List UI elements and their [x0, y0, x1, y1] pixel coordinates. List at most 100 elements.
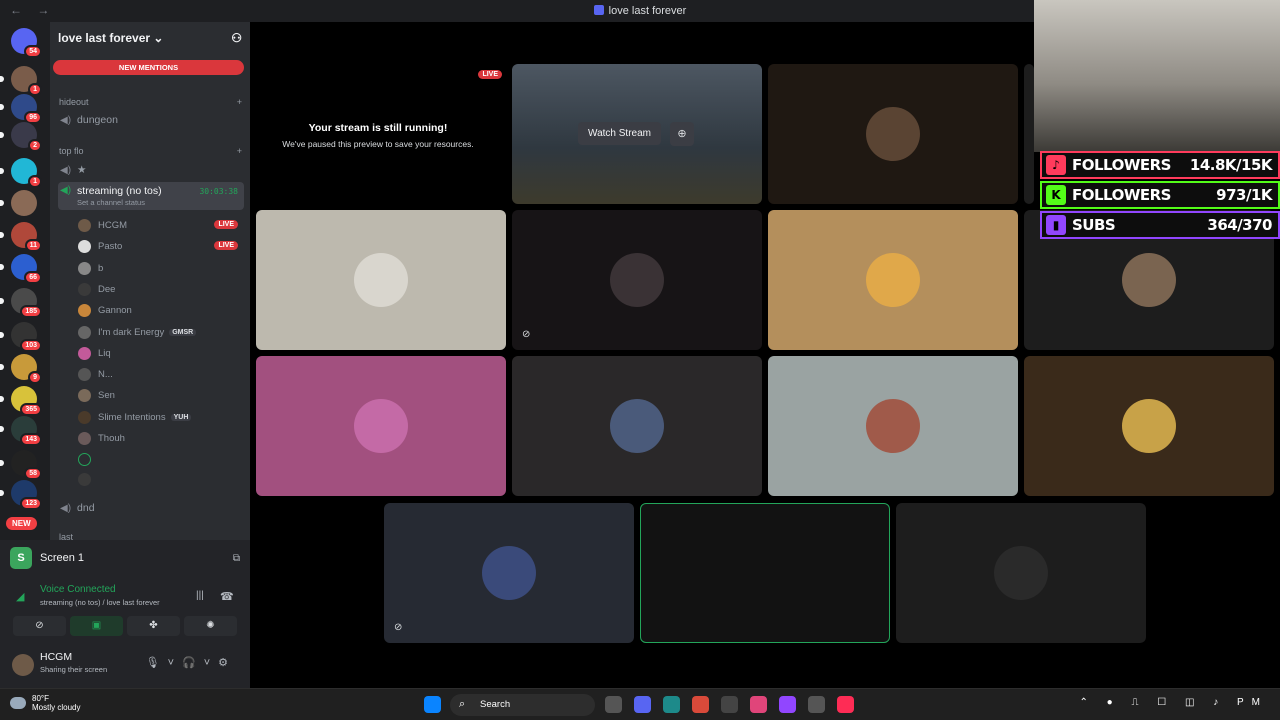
goal-value: 364/370 [1207, 216, 1272, 234]
server-icon[interactable]: 143 [0, 416, 42, 446]
voice-member[interactable]: HCGM LIVE [78, 216, 244, 235]
voice-member[interactable]: Liq [78, 344, 244, 363]
participant-tile[interactable] [768, 64, 1018, 204]
server-icon[interactable]: 185 [0, 288, 42, 318]
tiktok-icon: ♪ [1046, 155, 1066, 175]
speaking-participant-tile[interactable] [640, 503, 890, 643]
participant-tile[interactable] [256, 356, 506, 496]
voice-member[interactable]: b [78, 259, 244, 278]
chrome-icon[interactable] [692, 696, 709, 713]
category-last[interactable]: last [59, 532, 242, 540]
participant-tile[interactable] [768, 210, 1018, 350]
add-channel-icon[interactable]: + [237, 97, 242, 107]
goal-label: SUBS [1072, 216, 1116, 234]
server-icon[interactable]: 11 [0, 222, 42, 252]
participant-tile[interactable]: ⊘ [512, 210, 762, 350]
voice-member[interactable]: Thouh [78, 429, 244, 448]
weather-widget[interactable]: 80°F Mostly cloudy [10, 694, 80, 712]
mic-headset-settings-icons[interactable]: 🎙˅🎧˅⚙ [146, 656, 236, 669]
screen-share-button[interactable]: ▣ [70, 616, 123, 636]
server-header[interactable]: love last forever ⌄ ⚇ [50, 22, 250, 54]
server-icon[interactable]: 1 [0, 66, 42, 96]
server-icon[interactable]: 58 [0, 450, 42, 480]
mention-badge: 123 [20, 497, 42, 510]
member-name: b [98, 262, 104, 274]
discord-taskbar-icon[interactable] [634, 696, 651, 713]
new-servers-pill[interactable]: NEW [6, 517, 37, 530]
unread-pip [0, 76, 4, 82]
slack-icon[interactable] [750, 696, 767, 713]
add-channel-icon[interactable]: + [237, 146, 242, 156]
channel-streaming[interactable]: ◀) streaming (no tos) 30:03:38 Set a cha… [58, 182, 244, 210]
category-hideout[interactable]: hideout + [59, 97, 242, 107]
voice-channel-path[interactable]: streaming (no tos) / love last forever [40, 598, 160, 607]
participant-tile[interactable] [1024, 64, 1034, 204]
camera-off-button[interactable]: ⊘ [13, 616, 66, 636]
edge-icon[interactable] [663, 696, 680, 713]
participant-tile[interactable] [1024, 356, 1274, 496]
channel-star[interactable]: ◀) ★ [58, 160, 244, 180]
member-empty[interactable] [78, 450, 244, 469]
participant-tile[interactable] [512, 356, 762, 496]
noise-suppression-icon[interactable]: ||| [196, 590, 204, 601]
server-icon[interactable]: 66 [0, 254, 42, 284]
search-box[interactable]: ⌕ Search [450, 694, 595, 716]
new-mentions-button[interactable]: NEW MENTIONS [53, 60, 244, 75]
stream-goal-row: K FOLLOWERS 973/1K [1040, 181, 1280, 209]
voice-member[interactable]: Gannon [78, 301, 244, 320]
screen-share-tile[interactable]: S Screen 1 ⧉ [10, 547, 240, 569]
unread-pip [0, 168, 4, 174]
signal-icon[interactable]: ◢ [16, 590, 24, 603]
twitch-taskbar-icon[interactable] [779, 696, 796, 713]
avatar [994, 546, 1048, 600]
system-tray[interactable]: ⌃ ● ⎍ ☐ ◫ ♪ PM [1079, 697, 1268, 708]
server-icon[interactable]: 2 [0, 122, 42, 152]
member-name: N... [98, 369, 113, 381]
add-friend-icon[interactable]: ⚇ [231, 31, 242, 45]
tiktok-taskbar-icon[interactable] [837, 696, 854, 713]
voice-member[interactable]: Dee [78, 280, 244, 299]
participant-tile[interactable] [896, 503, 1146, 643]
voice-member[interactable]: Pasto LIVE [78, 237, 244, 256]
stream-preview-tile[interactable]: Watch Stream ⊕ [512, 64, 762, 204]
voice-member[interactable]: I'm dark Energy GMSR [78, 323, 244, 342]
start-icon[interactable] [424, 696, 441, 713]
avatar [12, 654, 34, 676]
activities-button[interactable]: ✤ [127, 616, 180, 636]
participant-tile[interactable] [768, 356, 1018, 496]
channel-dnd[interactable]: ◀) dnd [58, 498, 244, 518]
participant-tile[interactable]: ⊘ [384, 503, 634, 643]
soundboard-button[interactable]: ✺ [184, 616, 237, 636]
server-icon[interactable] [0, 190, 37, 216]
server-icon[interactable]: 123 [0, 480, 42, 510]
channel-status-link[interactable]: Set a channel status [77, 198, 145, 207]
user-status: Sharing their screen [40, 665, 108, 674]
server-icon[interactable]: 103 [0, 322, 42, 352]
add-stream-icon[interactable]: ⊕ [670, 122, 694, 146]
channel-dungeon[interactable]: ◀) dungeon [58, 110, 244, 130]
member-unnamed[interactable] [78, 470, 244, 489]
server-icon[interactable]: 365 [0, 386, 42, 416]
server-name: love last forever [58, 31, 151, 45]
popout-icon[interactable]: ⧉ [233, 553, 240, 564]
user-area[interactable]: HCGM Sharing their screen 🎙˅🎧˅⚙ [12, 651, 240, 679]
member-name: Gannon [98, 305, 132, 317]
server-icon[interactable]: 1 [0, 158, 42, 188]
category-top-flo[interactable]: top flo + [59, 146, 242, 156]
server-icon[interactable]: 54 [11, 28, 42, 58]
member-tag: GMSR [169, 328, 197, 336]
disconnect-icon[interactable]: ☎ [220, 590, 234, 603]
participant-tile[interactable] [256, 210, 506, 350]
watch-stream-button[interactable]: Watch Stream [578, 122, 661, 145]
avatar [1122, 253, 1176, 307]
task-view-icon[interactable] [605, 696, 622, 713]
voice-member[interactable]: Sen [78, 386, 244, 405]
server-icon[interactable]: 9 [0, 354, 42, 384]
obs-icon[interactable] [808, 696, 825, 713]
voice-member[interactable]: N... [78, 365, 244, 384]
server-icon[interactable]: 96 [0, 94, 42, 124]
avatar [78, 453, 91, 466]
voice-member[interactable]: Slime Intentions YUH [78, 408, 244, 427]
voice-connected-label[interactable]: Voice Connected [40, 584, 116, 595]
media-icon[interactable] [721, 696, 738, 713]
